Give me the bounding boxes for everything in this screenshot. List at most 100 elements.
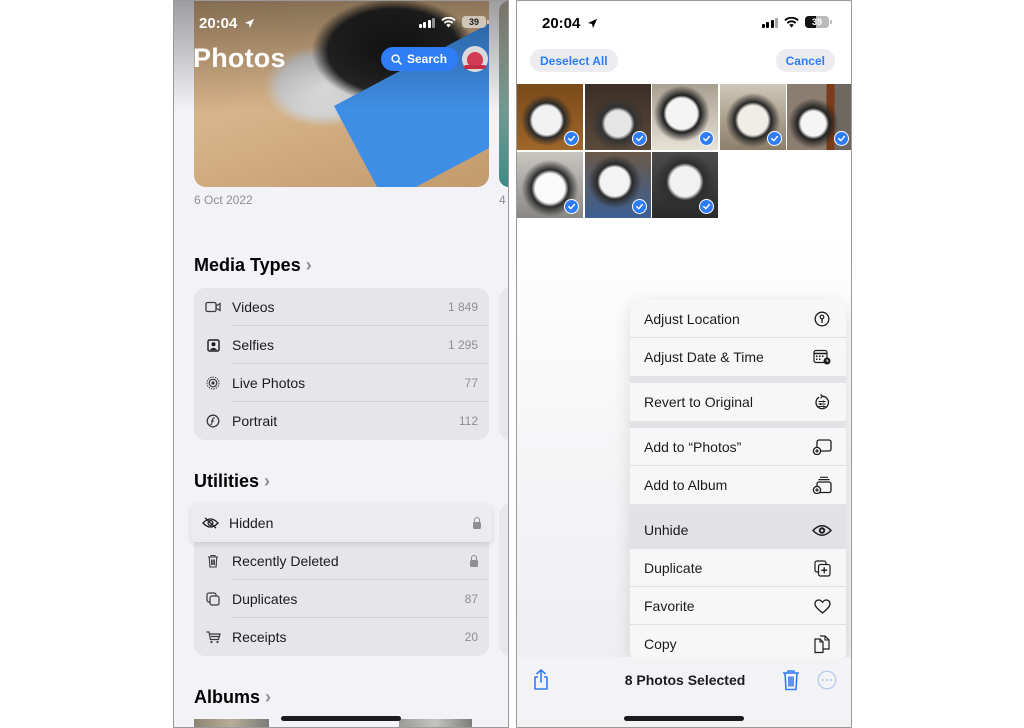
photo-thumbnail[interactable] bbox=[787, 84, 851, 150]
duplicates-icon bbox=[194, 592, 232, 606]
media-type-videos[interactable]: Videos 1 849 bbox=[194, 288, 489, 326]
selected-checkmark-icon bbox=[699, 198, 714, 214]
utility-hidden[interactable]: Hidden bbox=[191, 504, 492, 542]
wifi-icon bbox=[784, 16, 799, 28]
media-type-portrait[interactable]: Portrait 112 bbox=[194, 402, 489, 440]
selected-checkmark-icon bbox=[564, 198, 579, 214]
menu-group-separator bbox=[630, 504, 846, 511]
calendar-clock-icon bbox=[812, 349, 832, 365]
menu-group-separator bbox=[630, 421, 846, 428]
status-bar: 20:04 39 bbox=[174, 1, 508, 45]
eye-slash-icon bbox=[191, 517, 229, 529]
page-title: Photos bbox=[193, 43, 286, 73]
actions-menu: Adjust Location Adjust Date & Time Revert … bbox=[630, 300, 846, 663]
selfie-icon bbox=[194, 338, 232, 352]
profile-avatar[interactable] bbox=[462, 46, 488, 72]
utilities-list: Hidden Recently Deleted Duplicates 87 Re… bbox=[191, 504, 492, 656]
media-type-selfies[interactable]: Selfies 1 295 bbox=[194, 326, 489, 364]
eye-icon bbox=[812, 524, 832, 537]
add-to-photos-icon bbox=[812, 439, 832, 455]
next-utility-column bbox=[499, 504, 508, 656]
next-featured-date: 4 bbox=[499, 193, 506, 207]
location-arrow-icon bbox=[587, 18, 597, 29]
utilities-header[interactable]: Utilities › bbox=[194, 471, 270, 492]
photo-thumbnail[interactable] bbox=[719, 84, 786, 150]
photo-thumbnail[interactable] bbox=[517, 84, 583, 150]
menu-item-label: Add to Album bbox=[644, 477, 728, 493]
photo-thumbnail[interactable] bbox=[584, 84, 651, 150]
cellular-signal-icon bbox=[761, 17, 778, 28]
photo-thumbnail[interactable] bbox=[652, 151, 718, 218]
media-type-live-photos[interactable]: Live Photos 77 bbox=[194, 364, 489, 402]
selected-checkmark-icon bbox=[631, 198, 647, 214]
next-media-type-column bbox=[499, 288, 508, 440]
menu-item-adjust-date-time[interactable]: Adjust Date & Time bbox=[630, 338, 846, 376]
video-icon bbox=[194, 301, 232, 313]
utility-receipts[interactable]: Receipts 20 bbox=[194, 618, 489, 656]
chevron-right-icon: › bbox=[264, 471, 271, 491]
home-indicator bbox=[624, 716, 744, 721]
search-icon bbox=[391, 53, 402, 65]
menu-item-label: Adjust Location bbox=[644, 311, 740, 327]
status-bar: 20:04 39 bbox=[517, 1, 851, 45]
status-time: 20:04 bbox=[542, 15, 598, 32]
albums-header[interactable]: Albums › bbox=[194, 687, 271, 708]
menu-item-unhide[interactable]: Unhide bbox=[630, 511, 846, 549]
trash-icon bbox=[783, 670, 799, 691]
menu-item-duplicate[interactable]: Duplicate bbox=[630, 549, 846, 587]
search-button[interactable]: Search bbox=[381, 47, 459, 71]
lock-icon bbox=[473, 516, 481, 529]
octopus-memoji-icon bbox=[464, 52, 486, 69]
menu-item-add-to-album[interactable]: Add to Album bbox=[630, 466, 846, 504]
selected-checkmark-icon bbox=[699, 131, 714, 146]
utility-duplicates[interactable]: Duplicates 87 bbox=[194, 580, 489, 618]
menu-item-label: Copy bbox=[644, 636, 677, 652]
cancel-button[interactable]: Cancel bbox=[775, 49, 835, 72]
add-to-album-icon bbox=[812, 476, 832, 494]
selected-checkmark-icon bbox=[564, 131, 579, 146]
duplicate-icon bbox=[812, 559, 832, 577]
cart-icon bbox=[194, 630, 232, 644]
selected-checkmark-icon bbox=[766, 131, 782, 146]
menu-item-revert-to-original[interactable]: Revert to Original bbox=[630, 383, 846, 421]
menu-item-favorite[interactable]: Favorite bbox=[630, 587, 846, 625]
photo-selection-screen: 20:04 39 Deselect All Cancel Adjust Loca… bbox=[516, 0, 852, 728]
photo-thumbnail[interactable] bbox=[584, 151, 651, 218]
utility-recently-deleted[interactable]: Recently Deleted bbox=[194, 542, 489, 580]
status-time: 20:04 bbox=[199, 15, 255, 32]
location-arrow-icon bbox=[244, 18, 254, 29]
selected-checkmark-icon bbox=[631, 131, 647, 146]
ellipsis-circle-icon bbox=[817, 670, 837, 690]
heart-icon bbox=[812, 598, 832, 614]
featured-date: 6 Oct 2022 bbox=[194, 193, 253, 207]
deselect-all-button[interactable]: Deselect All bbox=[530, 49, 618, 72]
live-photo-icon bbox=[194, 376, 232, 390]
album-thumbnail[interactable] bbox=[194, 719, 269, 727]
selected-checkmark-icon bbox=[834, 131, 849, 146]
menu-item-label: Adjust Date & Time bbox=[644, 349, 764, 365]
photo-thumbnail[interactable] bbox=[517, 151, 583, 218]
chevron-right-icon: › bbox=[265, 687, 272, 707]
portrait-icon bbox=[194, 414, 232, 428]
menu-item-label: Add to “Photos” bbox=[644, 439, 742, 455]
more-button[interactable] bbox=[817, 670, 837, 695]
battery-icon: 39 bbox=[805, 16, 832, 28]
photo-thumbnail[interactable] bbox=[652, 84, 718, 150]
media-types-list: Videos 1 849 Selfies 1 295 Live Photos 7… bbox=[194, 288, 489, 440]
location-pin-icon bbox=[812, 311, 832, 327]
wifi-icon bbox=[441, 16, 456, 28]
menu-item-add-to-photos[interactable]: Add to “Photos” bbox=[630, 428, 846, 466]
media-types-header[interactable]: Media Types › bbox=[194, 255, 312, 276]
photos-library-screen: 20:04 39 Photos Search 6 Oct 2022 4 Medi… bbox=[173, 0, 509, 728]
album-thumbnail[interactable] bbox=[399, 719, 472, 727]
copy-icon bbox=[812, 634, 832, 654]
battery-icon: 39 bbox=[462, 16, 489, 28]
menu-item-adjust-location[interactable]: Adjust Location bbox=[630, 300, 846, 338]
menu-item-label: Duplicate bbox=[644, 560, 703, 576]
revert-icon bbox=[812, 393, 832, 411]
menu-item-label: Revert to Original bbox=[644, 394, 753, 410]
selection-count: 8 Photos Selected bbox=[624, 672, 746, 688]
trash-icon bbox=[194, 554, 232, 568]
menu-group-separator bbox=[630, 376, 846, 383]
delete-button[interactable] bbox=[781, 669, 801, 696]
